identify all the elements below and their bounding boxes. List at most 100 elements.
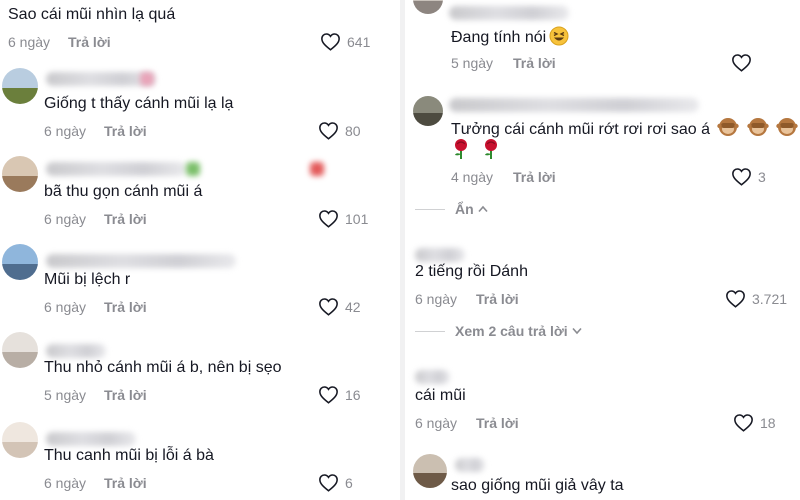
- comment-text: Tưởng cái cánh mũi rớt rơi rơi sao á: [451, 116, 799, 140]
- like-button[interactable]: 6: [318, 473, 353, 492]
- like-count: 80: [345, 122, 361, 139]
- comment-text: 2 tiếng rồi Dánh: [415, 263, 528, 280]
- like-button[interactable]: 42: [318, 297, 361, 316]
- like-button[interactable]: 641: [320, 32, 370, 51]
- see-no-evil-monkey-emoji-icon: [747, 118, 769, 136]
- comment-text: Sao cái mũi nhìn lạ quá: [8, 6, 176, 23]
- toggle-line: [415, 330, 445, 332]
- comment-date: 5 ngày: [44, 387, 87, 403]
- blurred-badge-icon: [140, 72, 154, 86]
- comment-date: 6 ngày: [415, 415, 458, 431]
- reply-button[interactable]: Trả lời: [104, 210, 147, 228]
- like-count: 16: [345, 386, 361, 403]
- toggle-line: [415, 208, 445, 210]
- like-count: 18: [760, 414, 776, 431]
- comment-date: 6 ngày: [44, 299, 87, 315]
- blurred-username[interactable]: [415, 248, 465, 262]
- blurred-username[interactable]: [415, 370, 450, 384]
- comment-item: sao giống mũi giả vây ta: [405, 448, 800, 500]
- blurred-username[interactable]: [46, 162, 186, 176]
- rose-emoji-icon: [485, 139, 498, 159]
- comment-date: 4 ngày: [451, 169, 494, 185]
- avatar[interactable]: [2, 68, 38, 104]
- left-comment-column: Sao cái mũi nhìn lạ quá 6 ngày Trả lời 6…: [0, 0, 400, 500]
- like-button[interactable]: 101: [318, 209, 368, 228]
- like-button[interactable]: 18: [733, 413, 776, 432]
- like-count: 3: [758, 168, 766, 185]
- avatar[interactable]: [413, 96, 443, 126]
- like-button[interactable]: 16: [318, 385, 361, 404]
- comment-item: 2 tiếng rồi Dánh 6 ngày Trả lời 3.721: [405, 240, 800, 320]
- comment-text: Giống t thấy cánh mũi lạ lạ: [44, 95, 234, 112]
- comment-text: Thu nhỏ cánh mũi á b, nên bị sẹo: [44, 359, 282, 376]
- heart-icon: [732, 168, 751, 186]
- like-button[interactable]: [731, 53, 752, 72]
- comment-text: Thu canh mũi bị lỗi á bà: [44, 447, 214, 464]
- comment-text-content: Tưởng cái cánh mũi rớt rơi rơi sao á: [451, 121, 710, 138]
- emoji-line: [451, 138, 501, 162]
- avatar[interactable]: [2, 422, 38, 458]
- blurred-username[interactable]: [46, 254, 236, 268]
- like-count: 641: [347, 33, 371, 50]
- hide-replies-button[interactable]: Ẩn: [415, 201, 488, 217]
- comment-date: 6 ngày: [8, 34, 51, 50]
- like-count: 3.721: [752, 290, 788, 307]
- blurred-username[interactable]: [455, 458, 485, 472]
- avatar[interactable]: [413, 454, 447, 488]
- comment-text: sao giống mũi giả vây ta: [451, 477, 624, 494]
- comment-text: Đang tính nói: [451, 26, 569, 48]
- reply-item: Đang tính nói 5 ngày Trả lời: [405, 0, 800, 90]
- avatar[interactable]: [2, 244, 38, 280]
- reply-button[interactable]: Trả lời: [513, 54, 556, 72]
- reply-button[interactable]: Trả lời: [476, 414, 519, 432]
- comment-item: Giống t thấy cánh mũi lạ lạ 6 ngày Trả l…: [0, 62, 400, 150]
- reply-button[interactable]: Trả lời: [104, 122, 147, 140]
- comment-text: cái mũi: [415, 387, 466, 404]
- heart-icon: [319, 474, 338, 492]
- like-button[interactable]: 3.721: [725, 289, 787, 308]
- blurred-badge-icon: [186, 162, 200, 176]
- like-count: 42: [345, 298, 361, 315]
- reply-button[interactable]: Trả lời: [476, 290, 519, 308]
- chevron-up-icon: [478, 205, 488, 213]
- avatar[interactable]: [413, 0, 443, 14]
- heart-icon: [732, 54, 751, 72]
- heart-icon: [734, 414, 753, 432]
- blurred-username[interactable]: [449, 98, 699, 112]
- reply-button[interactable]: Trả lời: [513, 168, 556, 186]
- blurred-username[interactable]: [449, 6, 569, 20]
- heart-icon: [319, 298, 338, 316]
- comment-item: bã thu gọn cánh mũi á 6 ngày Trả lời 101: [0, 150, 400, 238]
- heart-icon: [319, 386, 338, 404]
- comment-date: 6 ngày: [44, 475, 87, 491]
- comment-item: Thu canh mũi bị lỗi á bà 6 ngày Trả lời …: [0, 414, 400, 500]
- view-replies-button[interactable]: Xem 2 câu trả lời: [415, 323, 582, 339]
- reply-button[interactable]: Trả lời: [104, 474, 147, 492]
- heart-icon: [319, 122, 338, 140]
- like-count: 6: [345, 474, 353, 491]
- reply-item: Tưởng cái cánh mũi rớt rơi rơi sao á 4 n…: [405, 90, 800, 200]
- like-count: 101: [345, 210, 369, 227]
- comment-text: bã thu gọn cánh mũi á: [44, 183, 203, 200]
- like-button[interactable]: 80: [318, 121, 361, 140]
- reply-button[interactable]: Trả lời: [104, 298, 147, 316]
- comment-text: Mũi bị lệch r: [44, 271, 131, 288]
- reply-button[interactable]: Trả lời: [104, 386, 147, 404]
- blurred-username[interactable]: [46, 432, 136, 446]
- rose-emoji-icon: [455, 139, 467, 159]
- like-button[interactable]: 3: [731, 167, 766, 186]
- comment-date: 5 ngày: [451, 55, 494, 71]
- comment-text-content: Đang tính nói: [451, 29, 547, 46]
- hide-replies-label: Ẩn: [455, 201, 474, 217]
- comment-date: 6 ngày: [415, 291, 458, 307]
- reply-button[interactable]: Trả lời: [68, 33, 111, 51]
- right-comment-column: Đang tính nói 5 ngày Trả lời Tưởng cái c…: [405, 0, 800, 500]
- avatar[interactable]: [2, 156, 38, 192]
- see-no-evil-monkey-emoji-icon: [717, 118, 740, 136]
- chevron-down-icon: [572, 327, 582, 335]
- heart-icon: [321, 33, 340, 51]
- avatar[interactable]: [2, 332, 38, 368]
- grinning-squint-emoji-icon: [549, 26, 569, 46]
- blurred-username[interactable]: [46, 344, 106, 358]
- heart-icon: [319, 210, 338, 228]
